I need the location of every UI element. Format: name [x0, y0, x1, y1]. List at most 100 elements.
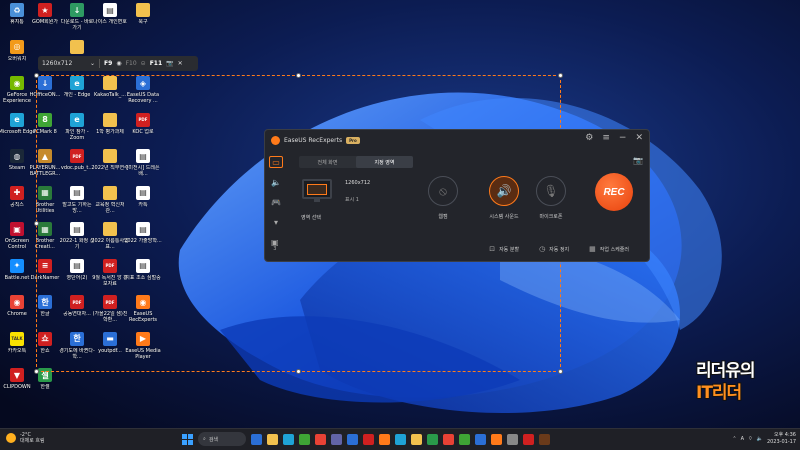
time: 오후 4:36 — [773, 432, 796, 438]
taskbar-app-icon[interactable] — [539, 433, 550, 445]
region-size-value[interactable]: 1260x712 — [42, 60, 86, 67]
title-bar: EaseUS RecExperts Pro — [271, 134, 360, 146]
auto-split-button[interactable]: ⊡ 자동 분할 — [489, 245, 519, 253]
window-controls: ⚙ ≡ − ✕ — [585, 133, 643, 143]
auto-stop-button[interactable]: ◷ 자동 정지 — [539, 245, 569, 253]
screenshot-camera-icon[interactable]: 📷 — [633, 156, 643, 165]
microphone-toggle[interactable]: 🎙 — [533, 175, 569, 207]
desktop-icon[interactable]: 북구 — [126, 3, 160, 41]
resize-handle-top-right[interactable] — [558, 73, 563, 78]
battlenet-icon: ✦ — [10, 258, 24, 273]
webcam-label: 웹캠 — [438, 214, 448, 220]
resize-handle-top[interactable] — [296, 73, 301, 78]
recordings-list-button[interactable]: ▣ 3 — [271, 239, 279, 253]
app-name: EaseUS RecExperts — [284, 136, 343, 144]
taskbar-app-icon[interactable] — [411, 433, 422, 445]
mic-off-icon: 🎙 — [536, 176, 566, 206]
camera-icon[interactable]: 📷 — [166, 60, 173, 67]
split-icon: ⊡ — [489, 245, 496, 253]
windows-start-icon[interactable] — [182, 433, 193, 445]
desktop-icon[interactable]: 셀 한셀 — [28, 368, 62, 406]
menu-icon[interactable]: ≡ — [602, 133, 610, 143]
taskbar-app-icon[interactable] — [315, 433, 326, 445]
audio-mode-icon[interactable]: 🔈 — [269, 176, 283, 188]
network-icon[interactable]: ⌔ — [748, 436, 753, 442]
clock[interactable]: 오후 4:36 2023-01-17 — [767, 432, 796, 446]
pause-icon[interactable]: ◉ — [116, 60, 121, 67]
app-icon: ✚ — [10, 185, 24, 200]
desktop-icon-label: 오버워치 — [7, 55, 27, 62]
region-size-toolbar: 1260x712 ⌄ F9 ◉ F10 ⊝ F11 📷 ✕ — [38, 56, 198, 71]
volume-icon[interactable]: 🔈 — [757, 436, 763, 442]
area-select-button[interactable]: 영역 선택 — [301, 214, 321, 221]
stop-icon[interactable]: ⊝ — [141, 60, 146, 67]
taskbar-app-icon[interactable] — [299, 433, 310, 445]
search-icon: ⌕ — [203, 436, 206, 442]
desktop-icon-label: 북구 — [138, 19, 148, 25]
weather-desc: 대체로 흐림 — [20, 438, 45, 444]
more-modes-icon[interactable]: ▾ — [269, 216, 283, 228]
chevron-down-icon[interactable]: ⌄ — [90, 60, 95, 67]
taskbar-app-icon[interactable] — [251, 433, 262, 445]
language-indicator[interactable]: A — [741, 436, 744, 442]
calendar-icon: ▦ — [589, 245, 596, 253]
task-scheduler-button[interactable]: ▦ 작업 스케줄러 — [589, 245, 629, 253]
weather-widget[interactable]: -2°C 대체로 흐림 — [6, 432, 45, 444]
taskbar-apps: ⌕ 검색 — [182, 432, 550, 446]
pause-hotkey: F9 — [104, 60, 113, 67]
taskbar-app-icon[interactable] — [283, 433, 294, 445]
system-sound-toggle[interactable]: 🔊 — [486, 175, 522, 207]
date: 2023-01-17 — [766, 439, 796, 445]
minimize-icon[interactable]: − — [619, 133, 627, 143]
search-box[interactable]: ⌕ 검색 — [198, 432, 246, 446]
watermark-line-1: 리더유의 — [695, 360, 757, 382]
app-icon: ★ — [38, 3, 52, 17]
webcam-off-icon: ⦸ — [428, 176, 458, 206]
timer-icon: ◷ — [539, 245, 546, 253]
desktop-icon[interactable]: ▤ 나이스 개인변호 — [93, 3, 127, 41]
resize-handle-bottom-right[interactable] — [558, 369, 563, 374]
taskbar-app-icon[interactable] — [347, 433, 358, 445]
folder-shortcut-icon: ↓ — [70, 3, 84, 17]
taskbar-app-icon[interactable] — [475, 433, 486, 445]
monitor-preview-icon — [302, 179, 332, 202]
resize-handle-top-left[interactable] — [34, 73, 39, 78]
microphone-label: 마이크로폰 — [539, 214, 563, 220]
rec-button[interactable]: REC — [595, 173, 633, 211]
resize-handle-bottom[interactable] — [296, 369, 301, 374]
chevron-up-icon[interactable]: ⌃ — [732, 436, 736, 442]
taskbar-app-icon[interactable] — [379, 433, 390, 445]
taskbar-app-icon[interactable] — [443, 433, 454, 445]
desktop-icon[interactable]: ★ GOM회원가 — [28, 3, 62, 41]
close-icon[interactable]: ✕ — [635, 133, 643, 143]
taskbar-app-icon[interactable] — [491, 433, 502, 445]
task-scheduler-label: 작업 스케줄러 — [599, 246, 629, 253]
tab-full-screen[interactable]: 전체 화면 — [299, 156, 356, 168]
folder-icon — [70, 39, 84, 54]
taskbar-app-icon[interactable] — [395, 433, 406, 445]
taskbar-app-icon[interactable] — [267, 433, 278, 445]
nvidia-icon: ◉ — [10, 76, 24, 90]
webcam-toggle[interactable]: ⦸ — [425, 175, 461, 207]
display-select[interactable]: 표시 1 — [345, 196, 359, 203]
resize-handle-left[interactable] — [34, 221, 39, 226]
taskbar: -2°C 대체로 흐림 ⌕ 검색 ⌃ A ⌔ 🔈 오후 4:36 2023-01… — [0, 428, 800, 450]
resize-handle-bottom-left[interactable] — [34, 369, 39, 374]
taskbar-app-icon[interactable] — [459, 433, 470, 445]
screen-mode-icon[interactable]: ▭ — [269, 156, 283, 168]
game-mode-icon[interactable]: 🎮 — [269, 196, 283, 208]
settings-icon[interactable]: ⚙ — [585, 133, 593, 143]
taskbar-app-icon[interactable] — [427, 433, 438, 445]
resolution-select[interactable]: 1260x712 — [345, 180, 370, 186]
taskbar-app-icon[interactable] — [507, 433, 518, 445]
close-icon[interactable]: ✕ — [178, 60, 183, 67]
pro-badge: Pro — [346, 136, 360, 144]
folder-icon — [136, 3, 150, 17]
desktop-icon[interactable]: ◎ 오버워치 — [0, 39, 34, 78]
taskbar-app-icon[interactable] — [363, 433, 374, 445]
taskbar-app-icon[interactable] — [331, 433, 342, 445]
tab-select-region[interactable]: 지정 영역 — [356, 156, 413, 168]
recexperts-window: EaseUS RecExperts Pro ⚙ ≡ − ✕ ▭ 🔈 🎮 ▾ 전체… — [264, 129, 650, 262]
taskbar-app-icon[interactable] — [523, 433, 534, 445]
desktop-icon[interactable]: ↓ 다운로드 - 바로 가기 — [60, 3, 94, 41]
